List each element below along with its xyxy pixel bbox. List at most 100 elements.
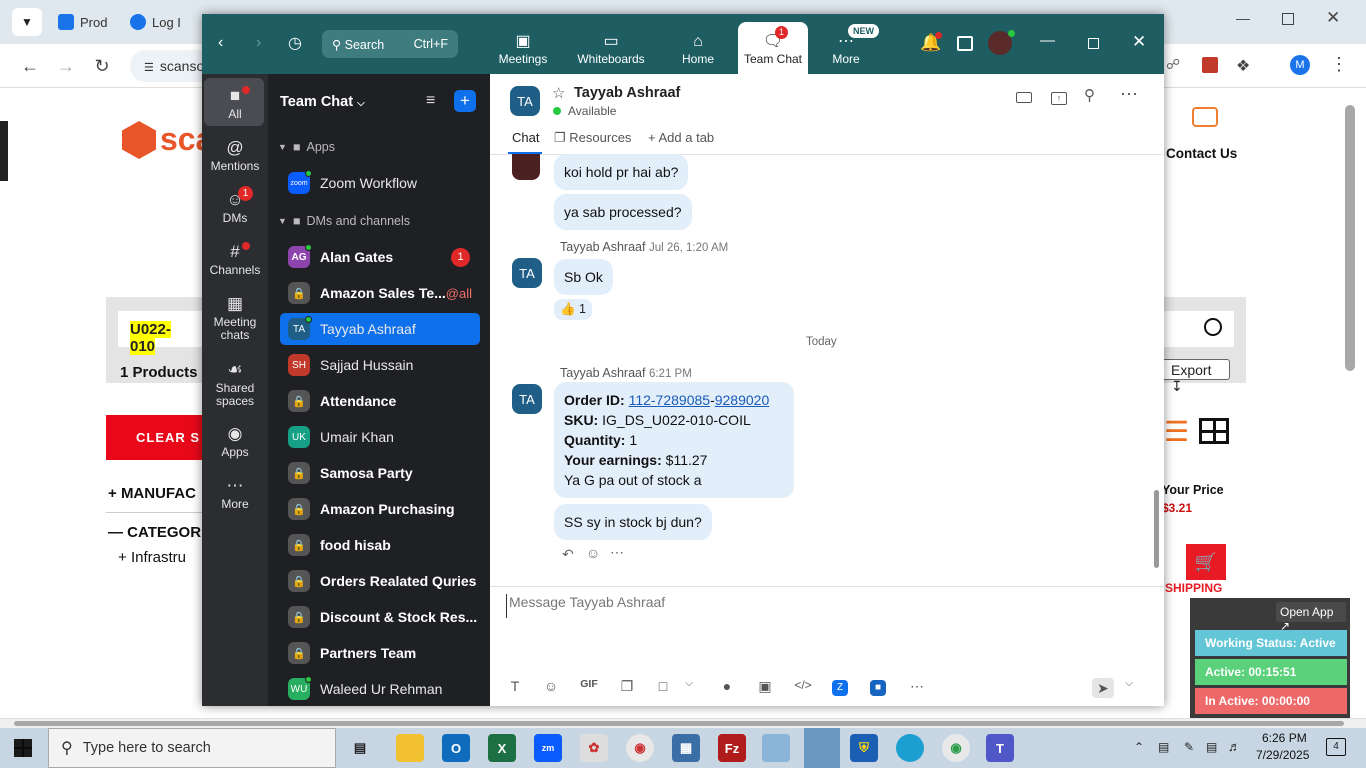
minimize-browser-icon[interactable]: —: [1236, 10, 1250, 26]
pen-tray-icon[interactable]: ✎: [1184, 740, 1194, 754]
clear-search-button[interactable]: CLEAR S: [106, 415, 202, 460]
tab-team-chat[interactable]: 🗨 1 Team Chat: [738, 22, 808, 74]
apps-section-header[interactable]: ▼ ■ Apps: [278, 140, 335, 154]
sidebar-item[interactable]: SH Sajjad Hussain: [280, 349, 480, 381]
maximize-browser-icon[interactable]: [1282, 13, 1294, 25]
order-message-bubble[interactable]: Order ID: 112-7289085-9289020 SKU: IG_DS…: [554, 382, 794, 498]
filter-infrastructure[interactable]: + Infrastru: [118, 549, 186, 566]
filter-icon[interactable]: ≡: [426, 92, 435, 110]
export-button[interactable]: Export ↧: [1162, 359, 1230, 394]
screenshot-icon[interactable]: □: [652, 678, 674, 694]
message-more-icon[interactable]: ⋯: [610, 544, 624, 561]
sidebar-item[interactable]: AG Alan Gates 1: [280, 241, 480, 273]
tray-chevron-icon[interactable]: ⌃: [1134, 740, 1144, 754]
site-search-icon[interactable]: [1204, 318, 1222, 336]
send-options-icon[interactable]: ⌵: [1118, 678, 1140, 689]
rail-more[interactable]: ⋯ More: [204, 474, 266, 511]
add-tab-button[interactable]: + Add a tab: [648, 130, 714, 145]
chrome-profile-icon[interactable]: ◉: [626, 734, 654, 762]
outlook-icon[interactable]: O: [442, 734, 470, 762]
zoom-close-icon[interactable]: ✕: [1132, 32, 1146, 52]
taskbar-search[interactable]: ⚲ Type here to search: [48, 728, 336, 768]
page-scrollbar[interactable]: [1345, 105, 1355, 371]
sidebar-item[interactable]: 🔒 Samosa Party: [280, 457, 480, 489]
file-icon[interactable]: ❐: [616, 678, 638, 695]
browser-tab-prod[interactable]: Prod: [50, 8, 115, 36]
tab-list-dropdown[interactable]: ▼: [12, 8, 42, 36]
new-chat-button[interactable]: +: [454, 90, 476, 112]
rail-channels[interactable]: # Channels: [204, 240, 266, 277]
cart-icon[interactable]: 🛒: [1186, 544, 1226, 580]
send-icon[interactable]: ➤: [1092, 678, 1114, 698]
tab-meetings[interactable]: ▣ Meetings: [485, 14, 561, 74]
pdf-extension-icon[interactable]: [1202, 57, 1218, 73]
link-extension-icon[interactable]: ☍: [1166, 56, 1180, 73]
tab-whiteboards[interactable]: ▭ Whiteboards: [572, 14, 650, 74]
reload-icon[interactable]: ↻: [90, 54, 114, 78]
sidebar-item[interactable]: 🔒 Discount & Stock Res...: [280, 601, 480, 633]
contact-us-link[interactable]: Contact Us: [1166, 146, 1237, 161]
zoom-forward-icon[interactable]: ›: [256, 34, 261, 52]
clock-time[interactable]: 6:26 PM: [1262, 731, 1307, 745]
edge-icon[interactable]: [896, 734, 924, 762]
message-input[interactable]: Message Tayyab Ashraaf: [506, 594, 1146, 618]
site-search-field[interactable]: U022-010: [118, 311, 202, 355]
team-chat-title[interactable]: Team Chat ⌵: [280, 94, 365, 110]
sidebar-item[interactable]: 🔒 Attendance: [280, 385, 480, 417]
horizontal-scrollbar[interactable]: [0, 718, 1366, 728]
sidebar-item[interactable]: 🔒 Amazon Purchasing: [280, 493, 480, 525]
close-browser-icon[interactable]: ✕: [1326, 8, 1340, 28]
dms-section-header[interactable]: ▼ ■ DMs and channels: [278, 214, 410, 228]
sidebar-item[interactable]: 🔒 Partners Team: [280, 637, 480, 669]
paint-icon[interactable]: ✿: [580, 734, 608, 762]
message-bubble[interactable]: Sb Ok: [554, 259, 613, 295]
history-icon[interactable]: ◷: [288, 33, 302, 53]
list-view-icon[interactable]: ☰: [1164, 418, 1189, 446]
zoom-back-icon[interactable]: ‹: [218, 34, 223, 52]
video-message-icon[interactable]: ▣: [754, 678, 776, 695]
composer-more-icon[interactable]: ⋯: [906, 678, 928, 695]
sidebar-item[interactable]: 🔒 food hisab: [280, 529, 480, 561]
share-screen-icon[interactable]: ↑: [1051, 92, 1067, 105]
start-button[interactable]: [14, 739, 32, 757]
order-link-1[interactable]: 112-7289085: [629, 392, 710, 408]
tab-chat[interactable]: Chat: [512, 130, 539, 145]
filezilla-icon[interactable]: Fz: [718, 734, 746, 762]
rail-apps[interactable]: ◉ Apps: [204, 422, 266, 459]
forward-icon[interactable]: →: [54, 54, 78, 78]
reply-icon[interactable]: ↶: [562, 546, 574, 563]
sidebar-item[interactable]: UK Umair Khan: [280, 421, 480, 453]
emoji-reaction-icon[interactable]: ☺: [586, 545, 600, 561]
app-integration-icon[interactable]: Z: [832, 680, 848, 696]
zoom-maximize-icon[interactable]: [1088, 38, 1099, 49]
contact-name[interactable]: Tayyab Ashraaf: [574, 85, 680, 101]
screenshot-dropdown-icon[interactable]: ⌵: [678, 678, 700, 689]
grid-view-icon[interactable]: [1199, 418, 1229, 444]
zoom-taskbar-icon[interactable]: zm: [534, 734, 562, 762]
teams-icon[interactable]: T: [986, 734, 1014, 762]
sidebar-item[interactable]: 🔒 Amazon Sales Te... @all: [280, 277, 480, 309]
calculator-icon[interactable]: ▦: [672, 734, 700, 762]
file-explorer-icon[interactable]: [396, 734, 424, 762]
sidebar-item[interactable]: TA Tayyab Ashraaf: [280, 313, 480, 345]
gif-icon[interactable]: GIF: [576, 678, 602, 690]
open-app-button[interactable]: Open App ↗: [1276, 602, 1346, 633]
code-icon[interactable]: </>: [792, 678, 814, 692]
clock-date[interactable]: 7/29/2025: [1256, 748, 1309, 762]
task-view-icon[interactable]: ▤: [346, 734, 374, 762]
sender-avatar[interactable]: TA: [512, 384, 542, 414]
message-bubble[interactable]: ya sab processed?: [554, 194, 692, 230]
video-call-icon[interactable]: [1016, 92, 1032, 103]
zoom-search-button[interactable]: ⚲ Search Ctrl+F: [322, 30, 458, 58]
message-bubble[interactable]: SS sy in stock bj dun?: [554, 504, 712, 540]
chat-search-icon[interactable]: ⚲: [1084, 86, 1095, 104]
sidebar-item[interactable]: WU Waleed Ur Rehman: [280, 673, 480, 705]
reaction-chip[interactable]: 👍 1: [554, 299, 592, 320]
message-bubble[interactable]: koi hold pr hai ab?: [554, 154, 689, 190]
star-icon[interactable]: ☆: [552, 84, 565, 102]
microphone-icon[interactable]: ●: [716, 678, 738, 694]
notes-app-icon[interactable]: [762, 734, 790, 762]
rail-dms[interactable]: ☺ 1 DMs: [204, 186, 266, 225]
profile-avatar[interactable]: M: [1290, 55, 1310, 75]
chrome-icon[interactable]: ◉: [942, 734, 970, 762]
